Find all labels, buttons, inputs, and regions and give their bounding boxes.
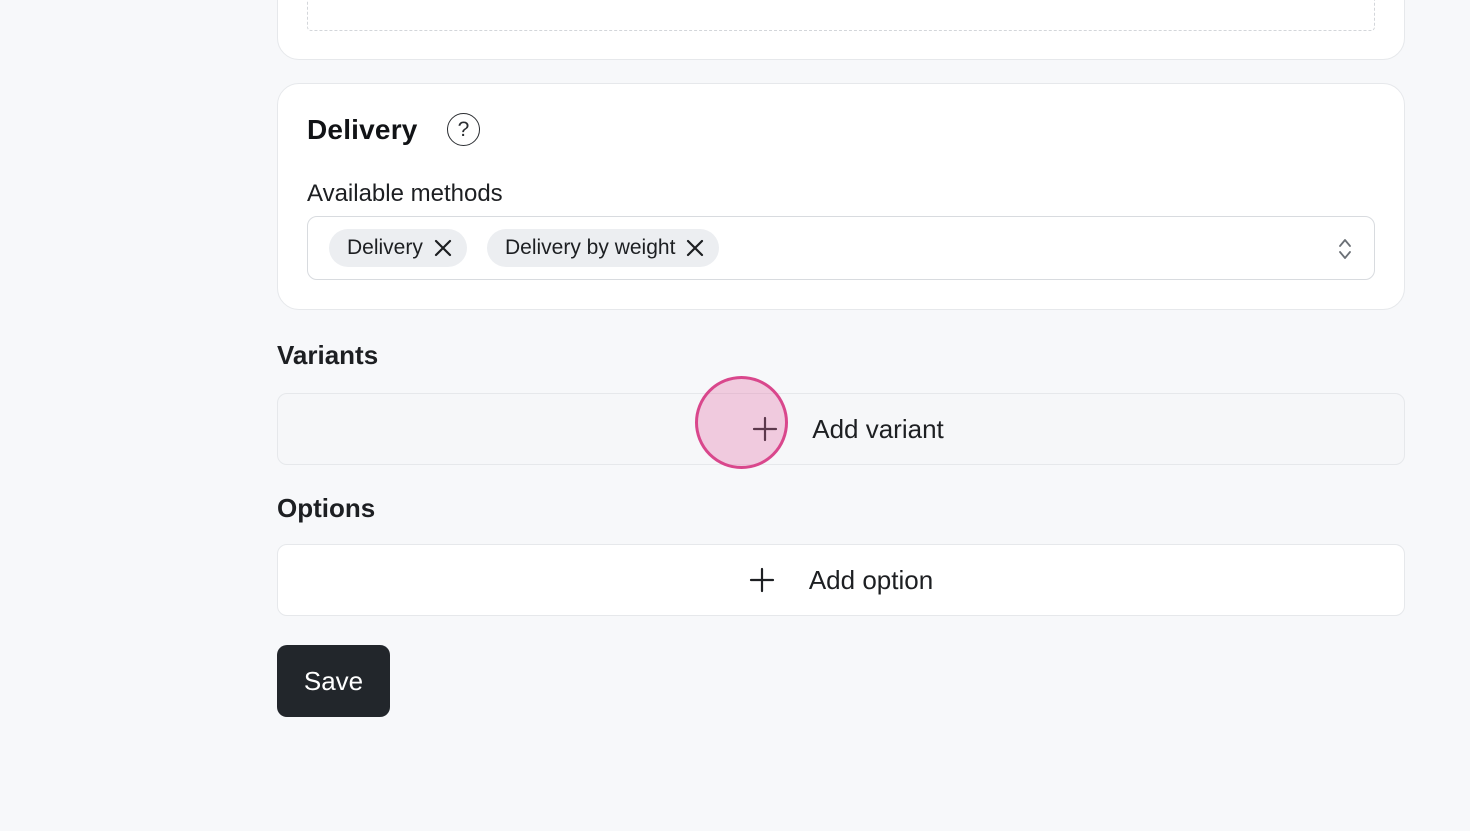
close-icon[interactable] bbox=[433, 238, 453, 258]
variants-heading: Variants bbox=[277, 340, 379, 370]
question-mark-icon[interactable]: ? bbox=[447, 113, 480, 146]
previous-section-card bbox=[277, 0, 1405, 60]
add-option-button[interactable]: Add option bbox=[277, 544, 1405, 616]
method-chip-delivery-by-weight: Delivery by weight bbox=[487, 229, 720, 267]
plus-icon bbox=[753, 416, 778, 442]
upload-dropzone[interactable] bbox=[307, 0, 1375, 31]
delivery-card: Delivery ? Available methods Delivery De… bbox=[277, 83, 1405, 310]
add-option-label: Add option bbox=[808, 564, 934, 595]
chevron-up-down-icon bbox=[1339, 239, 1351, 259]
product-form-page: Delivery ? Available methods Delivery De… bbox=[0, 0, 1470, 831]
available-methods-select[interactable]: Delivery Delivery by weight bbox=[307, 216, 1375, 280]
close-icon[interactable] bbox=[685, 238, 705, 258]
method-chip-label: Delivery by weight bbox=[505, 236, 676, 259]
add-variant-button[interactable]: Add variant bbox=[277, 393, 1405, 465]
method-chip-label: Delivery bbox=[347, 236, 423, 259]
options-heading: Options bbox=[277, 493, 376, 523]
save-button[interactable]: Save bbox=[277, 645, 390, 717]
add-variant-label: Add variant bbox=[812, 413, 944, 444]
method-chip-delivery: Delivery bbox=[329, 229, 467, 267]
delivery-title: Delivery bbox=[307, 114, 418, 145]
plus-icon bbox=[749, 567, 774, 593]
available-methods-label: Available methods bbox=[307, 180, 503, 207]
